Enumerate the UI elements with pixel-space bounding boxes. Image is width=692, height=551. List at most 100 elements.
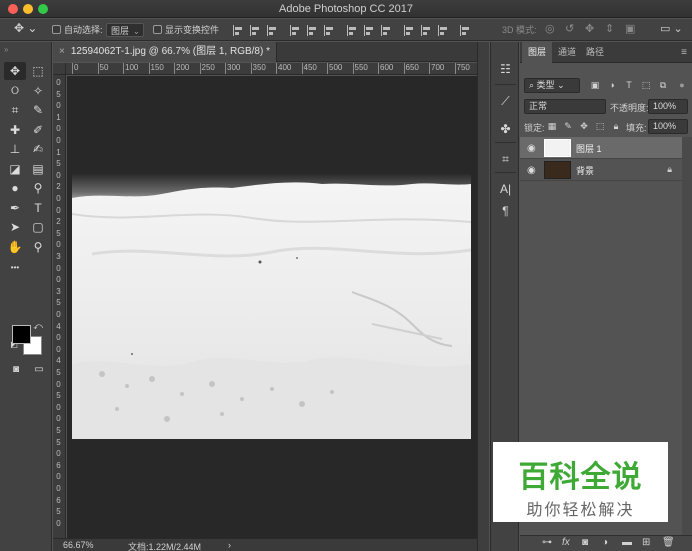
zoom-level[interactable]: 66.67% xyxy=(63,540,94,550)
character-icon[interactable]: A| xyxy=(498,182,513,197)
filter-type-icon[interactable]: T xyxy=(624,80,634,90)
panel-menu-icon[interactable]: ≡ xyxy=(681,47,687,58)
3d-orbit-icon[interactable]: ◎ xyxy=(545,22,555,36)
distribute-hcenter-icon[interactable] xyxy=(421,25,432,36)
tab-paths[interactable]: 路径 xyxy=(580,42,610,63)
tab-channels[interactable]: 通道 xyxy=(552,42,582,63)
type-icon[interactable]: T xyxy=(27,199,49,217)
fx-button[interactable]: fx xyxy=(562,537,570,548)
layer-row-background[interactable]: ◉ 背景 🔒︎ xyxy=(520,159,682,181)
lock-image-icon[interactable]: ✎ xyxy=(563,121,573,131)
libraries-icon[interactable]: ☷ xyxy=(498,62,513,77)
ruler-tick xyxy=(72,63,73,74)
filter-shape-icon[interactable]: ⬚ xyxy=(641,80,651,90)
brush-icon[interactable]: ✐ xyxy=(27,121,49,139)
opacity-input[interactable]: 100% xyxy=(648,99,688,114)
ruler-tick-label: 0 xyxy=(56,136,61,145)
path-selection-icon[interactable]: ➤ xyxy=(4,218,26,236)
link-layers-icon[interactable]: ⊶ xyxy=(542,537,552,548)
healing-brush-icon[interactable]: ✚ xyxy=(4,121,26,139)
adjustment-layer-icon[interactable]: ◑ xyxy=(602,537,608,548)
new-group-icon[interactable]: ▬ xyxy=(622,537,632,548)
history-brush-icon[interactable]: ✍ xyxy=(27,140,49,158)
curves-adjust-icon[interactable]: ⟋ xyxy=(498,94,513,109)
foreground-color-swatch[interactable] xyxy=(12,325,31,344)
lock-transparent-icon[interactable]: ▦ xyxy=(547,121,557,131)
blur-icon[interactable]: ● xyxy=(4,179,26,197)
move-tool-preset-icon[interactable]: ✥ ⌄ xyxy=(14,21,37,35)
align-left-icon[interactable] xyxy=(290,25,301,36)
auto-align-icon[interactable] xyxy=(460,25,471,36)
canvas-vertical-scrollbar[interactable] xyxy=(477,42,489,551)
lasso-icon[interactable]: ଠ xyxy=(4,82,26,100)
3d-pan-icon[interactable]: ✥ xyxy=(585,22,594,36)
quick-mask-icon[interactable]: ◙ xyxy=(5,360,27,378)
layers-scrollbar[interactable] xyxy=(682,137,692,537)
fill-input[interactable]: 100% xyxy=(648,119,688,134)
horizontal-ruler[interactable]: 0 50 100 150 200 250 300 350 400 450 500 550 600 650 7… xyxy=(66,63,477,75)
crop-icon[interactable]: ⌗ xyxy=(4,101,26,119)
visibility-eye-icon[interactable]: ◉ xyxy=(527,143,536,154)
align-right-icon[interactable] xyxy=(324,25,335,36)
paragraph-icon[interactable]: ¶ xyxy=(498,204,513,219)
magic-wand-icon[interactable]: ✧ xyxy=(27,82,49,100)
distribute-left-icon[interactable] xyxy=(404,25,415,36)
visibility-eye-icon[interactable]: ◉ xyxy=(527,165,536,176)
hand-icon[interactable]: ✋ xyxy=(4,238,26,256)
3d-scale-icon[interactable]: ▣ xyxy=(625,22,635,36)
status-menu-arrow[interactable]: › xyxy=(228,540,231,550)
document-image[interactable] xyxy=(72,174,471,439)
lock-artboard-icon[interactable]: ⬚ xyxy=(595,121,605,131)
layer-row-layer-1[interactable]: ◉ 图层 1 xyxy=(520,137,682,159)
align-bottom-icon[interactable] xyxy=(267,25,278,36)
swap-colors-icon[interactable]: ⤺ xyxy=(32,320,44,332)
crop-panel-icon[interactable]: ⌗ xyxy=(498,152,513,167)
filter-smart-object-icon[interactable]: ⧉ xyxy=(658,80,668,90)
clone-stamp-icon[interactable]: ⊥ xyxy=(4,140,26,158)
auto-select-checkbox[interactable]: 自动选择: xyxy=(52,23,103,37)
eyedropper-icon[interactable]: ✎ xyxy=(27,101,49,119)
blend-mode-dropdown[interactable]: 正常 xyxy=(524,99,606,114)
distribute-vcenter-icon[interactable] xyxy=(364,25,375,36)
filter-toggle-icon[interactable]: ● xyxy=(677,80,687,90)
zoom-icon[interactable]: ⚲ xyxy=(27,238,49,256)
marquee-icon[interactable]: ⬚ xyxy=(27,62,49,80)
rectangle-icon[interactable]: ▢ xyxy=(27,218,49,236)
ruler-origin[interactable] xyxy=(53,63,66,75)
show-transform-controls-checkbox[interactable]: 显示变换控件 xyxy=(153,23,219,37)
ruler-tick-label: 4 xyxy=(56,356,61,366)
lock-all-icon[interactable]: 🔒︎ xyxy=(611,121,621,131)
more-tools-icon[interactable]: ••• xyxy=(4,258,26,276)
3d-slide-icon[interactable]: ⇕ xyxy=(605,22,614,36)
vertical-ruler[interactable]: 050100150200250300350400450500550600650 xyxy=(53,75,66,538)
new-layer-icon[interactable]: ⊞ xyxy=(642,537,650,548)
filter-adjustment-icon[interactable]: ◑ xyxy=(607,80,617,90)
distribute-top-icon[interactable] xyxy=(347,25,358,36)
add-mask-icon[interactable]: ◙ xyxy=(582,537,588,548)
delete-layer-icon[interactable]: 🗑︎ xyxy=(662,537,675,548)
align-top-icon[interactable] xyxy=(233,25,244,36)
distribute-right-icon[interactable] xyxy=(438,25,449,36)
tab-layers[interactable]: 图层 xyxy=(522,42,553,63)
move-icon[interactable]: ✥ xyxy=(4,62,26,80)
auto-select-target-dropdown[interactable]: 图层 xyxy=(106,23,145,37)
dodge-icon[interactable]: ⚲ xyxy=(27,179,49,197)
pen-icon[interactable]: ✒ xyxy=(4,199,26,217)
filter-pixel-icon[interactable]: ▣ xyxy=(590,80,600,90)
align-hcenter-icon[interactable] xyxy=(307,25,318,36)
canvas-area[interactable] xyxy=(67,76,477,538)
workspace-switcher-icon[interactable]: ▭ ⌄ xyxy=(660,22,683,36)
lock-position-icon[interactable]: ✥ xyxy=(579,121,589,131)
3d-roll-icon[interactable]: ↺ xyxy=(565,22,574,36)
ruler-tick-label: 350 xyxy=(252,63,266,72)
align-vcenter-icon[interactable] xyxy=(250,25,261,36)
plugins-icon[interactable]: ✤ xyxy=(498,122,513,137)
layer-filter-dropdown[interactable]: ⌕ 类型 ⌄ xyxy=(524,78,580,93)
gradient-icon[interactable]: ▤ xyxy=(27,160,49,178)
eraser-icon[interactable]: ◪ xyxy=(4,160,26,178)
close-tab-icon[interactable]: × xyxy=(59,46,65,57)
distribute-bottom-icon[interactable] xyxy=(381,25,392,36)
panel-grip-icon[interactable]: » xyxy=(4,45,48,55)
document-tab[interactable]: × 12594062T-1.jpg @ 66.7% (图层 1, RGB/8) * xyxy=(53,42,277,62)
screen-mode-icon[interactable]: ▭ xyxy=(28,360,50,378)
